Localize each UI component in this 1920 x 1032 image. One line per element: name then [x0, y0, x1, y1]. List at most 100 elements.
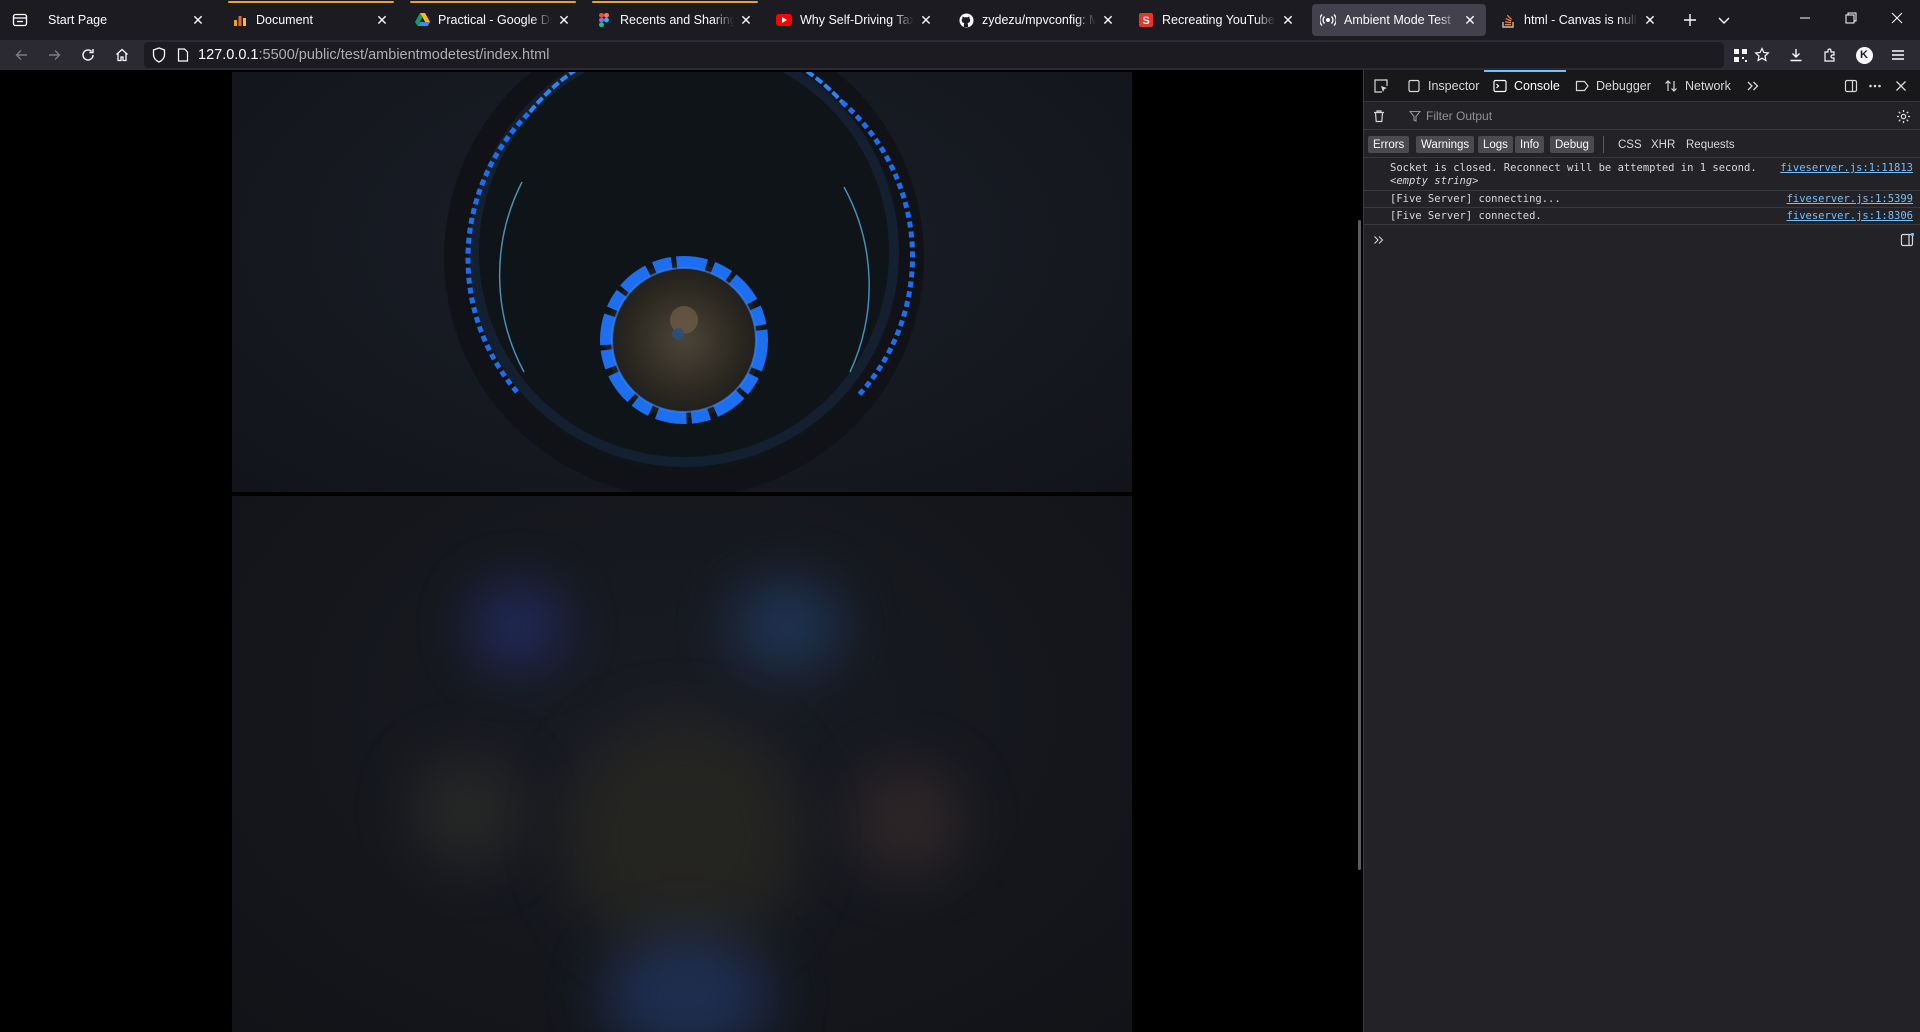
tab-activity-line [228, 1, 394, 3]
clear-console-button[interactable] [1368, 106, 1390, 126]
forward-button[interactable] [40, 42, 68, 68]
tab-figma[interactable]: Recents and Sharing – Figma ✕ [588, 1, 762, 36]
tab-google-drive[interactable]: Practical - Google Drive ✕ [406, 1, 580, 36]
debugger-icon [1574, 78, 1590, 94]
filter-requests-button[interactable]: Requests [1681, 136, 1740, 153]
message-source-link[interactable]: fiveserver.js:1:11813 [1780, 162, 1913, 174]
filter-logs-button[interactable]: Logs [1478, 136, 1513, 153]
downloads-button[interactable] [1782, 42, 1810, 68]
network-icon [1663, 78, 1679, 94]
broadcast-icon [1320, 12, 1336, 28]
devtools-tab-label: Inspector [1428, 79, 1480, 93]
page-icon[interactable] [172, 42, 194, 68]
extensions-button[interactable] [1816, 42, 1844, 68]
minimize-icon [1800, 17, 1810, 19]
close-icon[interactable]: ✕ [556, 12, 572, 28]
close-icon[interactable]: ✕ [1100, 12, 1116, 28]
tab-title: Start Page [48, 13, 108, 27]
close-icon [1896, 81, 1906, 91]
video-element[interactable] [232, 72, 1132, 492]
arrow-right-icon [49, 50, 61, 60]
youtube-icon [776, 12, 792, 28]
filter-xhr-button[interactable]: XHR [1646, 136, 1680, 153]
stackoverflow-icon [1500, 12, 1516, 28]
star-icon [1754, 47, 1770, 62]
close-icon[interactable]: ✕ [1462, 12, 1478, 28]
restore-button[interactable] [1828, 0, 1874, 36]
restore-icon [1845, 12, 1857, 24]
console-input[interactable] [1364, 228, 1920, 254]
tab-strip: Start Page ✕ Document ✕ Practical - Goog… [0, 0, 1920, 40]
tab-github[interactable]: zydezu/mpvconfig: My ✕ [950, 4, 1124, 36]
new-tab-button[interactable] [1676, 6, 1704, 34]
account-button[interactable]: K [1850, 42, 1878, 68]
close-window-button[interactable] [1874, 0, 1920, 36]
message-source-link[interactable]: fiveserver.js:1:8306 [1787, 210, 1913, 222]
minimize-button[interactable] [1782, 0, 1828, 36]
close-icon[interactable]: ✕ [1280, 12, 1296, 28]
close-devtools-button[interactable] [1890, 76, 1912, 96]
qr-code-icon [1733, 48, 1747, 62]
tab-document[interactable]: Document ✕ [224, 1, 398, 36]
page-content [0, 70, 1363, 1032]
dock-side-button[interactable] [1840, 76, 1862, 96]
plus-icon [1684, 14, 1696, 26]
back-button[interactable] [8, 42, 36, 68]
tab-recreating-youtube[interactable]: S Recreating YouTube's Ambient ✕ [1130, 4, 1304, 36]
tab-title: Ambient Mode Test [1344, 13, 1451, 27]
editor-mode-toggle-icon[interactable] [1899, 232, 1915, 248]
tab-stackoverflow[interactable]: html - Canvas is null error ✕ [1492, 4, 1666, 36]
filter-css-button[interactable]: CSS [1613, 136, 1647, 153]
firefox-view-button[interactable] [8, 8, 32, 32]
element-picker-button[interactable] [1370, 76, 1392, 96]
tab-start-page[interactable]: Start Page ✕ [40, 4, 214, 36]
reload-icon [82, 49, 94, 61]
s-logo-icon: S [1138, 12, 1154, 28]
filter-output-input[interactable]: Filter Output [1408, 106, 1888, 126]
console-level-filters: Errors Warnings Logs Info Debug CSS XHR … [1364, 130, 1920, 158]
tab-title: Why Self-Driving Taxis are [800, 13, 914, 27]
list-all-tabs-button[interactable] [1710, 6, 1738, 34]
filter-warnings-button[interactable]: Warnings [1416, 136, 1475, 153]
filter-debug-button[interactable]: Debug [1550, 136, 1594, 153]
gear-icon [1896, 109, 1910, 123]
url-bar[interactable]: 127.0.0.1:5500/public/test/ambientmodete… [144, 42, 1724, 68]
google-drive-icon [414, 12, 430, 28]
close-icon[interactable]: ✕ [918, 12, 934, 28]
console-settings-button[interactable] [1892, 106, 1914, 126]
close-icon[interactable]: ✕ [190, 12, 206, 28]
page-scrollbar[interactable] [1358, 220, 1361, 870]
filter-info-button[interactable]: Info [1515, 136, 1545, 153]
url-text[interactable]: 127.0.0.1:5500/public/test/ambientmodete… [194, 47, 549, 63]
filter-divider [1603, 136, 1604, 153]
hamburger-menu-icon [1892, 50, 1904, 60]
message-source-link[interactable]: fiveserver.js:1:5399 [1787, 193, 1913, 205]
close-icon[interactable]: ✕ [738, 12, 754, 28]
console-message: [Five Server] connected. fiveserver.js:1… [1364, 208, 1920, 225]
more-tools-button[interactable] [1742, 76, 1764, 96]
devtools-tab-inspector[interactable]: Inspector [1406, 70, 1492, 102]
home-icon [116, 48, 128, 62]
ellipsis-icon [1869, 84, 1881, 88]
home-button[interactable] [108, 42, 136, 68]
tab-activity-line [410, 1, 576, 3]
tab-ambient-mode-test[interactable]: Ambient Mode Test ✕ [1312, 4, 1486, 36]
reload-button[interactable] [74, 42, 102, 68]
devtools-tab-console[interactable]: Console [1484, 70, 1566, 102]
close-icon[interactable]: ✕ [374, 12, 390, 28]
devtools-tab-network[interactable]: Network [1663, 70, 1743, 102]
tab-title: Document [256, 13, 313, 27]
filter-errors-button[interactable]: Errors [1368, 136, 1410, 153]
ambient-canvas [232, 496, 1132, 1032]
ambient-glow [732, 581, 842, 671]
app-menu-button[interactable] [1884, 42, 1912, 68]
bookmark-star-button[interactable] [1748, 42, 1776, 68]
close-icon[interactable]: ✕ [1642, 12, 1658, 28]
devtools-menu-button[interactable] [1864, 76, 1886, 96]
devtools-tab-debugger[interactable]: Debugger [1574, 70, 1664, 102]
tab-title: Practical - Google Drive [438, 13, 552, 27]
tab-youtube[interactable]: Why Self-Driving Taxis are ✕ [768, 4, 942, 36]
prompt-chevron-icon [1372, 232, 1386, 248]
tracking-protection-shield-icon[interactable] [146, 42, 172, 68]
ambient-glow [412, 756, 522, 866]
